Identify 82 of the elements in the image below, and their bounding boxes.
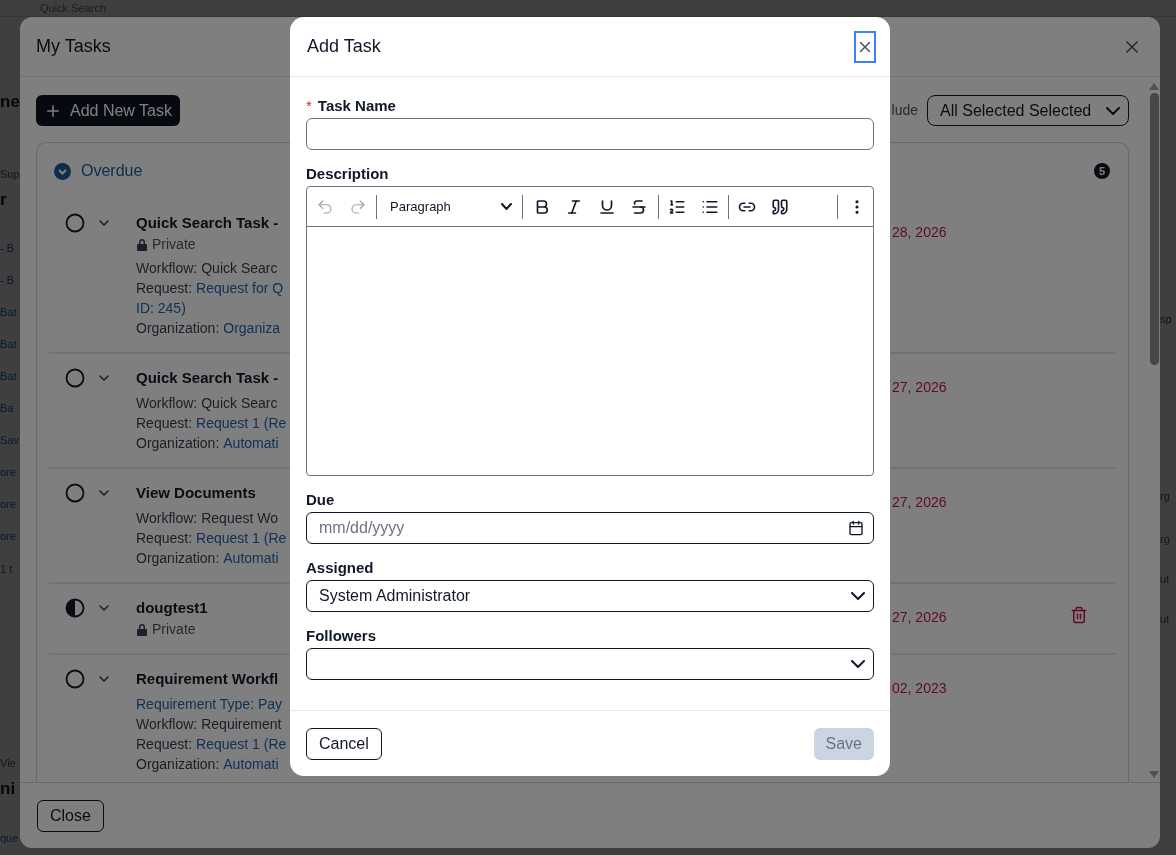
chevron-down-icon[interactable] xyxy=(99,490,109,496)
chevron-down-icon xyxy=(1106,106,1120,115)
detail-label: Organization: xyxy=(136,549,220,568)
circle-icon[interactable] xyxy=(65,669,85,689)
detail-value: Request Wo xyxy=(201,509,278,528)
input-field[interactable] xyxy=(306,118,874,150)
chevron-down-icon[interactable] xyxy=(99,375,109,381)
group-title[interactable]: Overdue xyxy=(81,159,143,183)
close-button[interactable]: Close xyxy=(37,799,104,832)
close-button[interactable] xyxy=(854,30,876,63)
private-label: Private xyxy=(152,235,196,254)
filter-select[interactable]: All Selected Selected xyxy=(927,95,1129,126)
circle-icon[interactable] xyxy=(65,213,85,233)
add-task-button[interactable]: Add New Task xyxy=(36,95,180,126)
detail-label: Workflow: xyxy=(136,509,198,528)
chevron-down-icon[interactable] xyxy=(99,220,109,226)
detail-link[interactable]: Automati xyxy=(223,754,279,774)
task-title[interactable]: View Documents xyxy=(136,482,290,504)
select-field[interactable]: System Administrator xyxy=(306,580,874,612)
detail-value: Requirement xyxy=(201,715,282,734)
detail-label: Workflow: xyxy=(136,259,198,278)
detail-label: Request: xyxy=(136,529,193,548)
detail-value: Quick Searc xyxy=(201,394,278,413)
select-field[interactable] xyxy=(306,648,874,680)
due-date: 27, 2026 xyxy=(892,494,947,510)
date-field[interactable]: mm/dd/yyyy xyxy=(306,512,874,544)
field-label: Due xyxy=(306,489,335,510)
detail-label: Organization: xyxy=(136,755,220,774)
task-title[interactable]: Quick Search Task - xyxy=(136,212,290,234)
detail-link[interactable]: Request 1 (Re xyxy=(196,413,287,433)
private-label: Private xyxy=(152,620,196,639)
due-date: 27, 2026 xyxy=(892,379,947,395)
detail-label: Request: xyxy=(136,279,193,298)
cut-off-text: ni xyxy=(0,779,17,799)
field-label: Description xyxy=(306,163,389,184)
filter-label: lude xyxy=(891,101,918,120)
detail-label: Organization: xyxy=(136,434,220,453)
lock-icon xyxy=(136,622,148,636)
chevron-down-icon xyxy=(501,203,513,210)
detail-label: Workflow: xyxy=(136,394,198,413)
chevron-down-icon[interactable] xyxy=(99,605,109,611)
half-filled-circle-icon[interactable] xyxy=(65,598,85,618)
cut-off-text: r xyxy=(0,190,8,210)
count-badge: 5 xyxy=(1094,163,1110,179)
chevron-down-icon[interactable] xyxy=(99,676,109,682)
block-style-select[interactable]: Paragraph xyxy=(379,190,521,223)
field-label: Assigned xyxy=(306,557,374,578)
dialog-title: My Tasks xyxy=(36,35,111,58)
trash-icon[interactable] xyxy=(1070,606,1088,624)
cut-off-text: ne xyxy=(0,92,20,112)
task-title[interactable]: dougtest1 xyxy=(136,597,290,619)
chevron-down-icon xyxy=(851,592,865,600)
detail-link[interactable]: Request 1 (Re xyxy=(196,734,287,754)
circle-icon[interactable] xyxy=(65,483,85,503)
due-date: 27, 2026 xyxy=(892,609,947,625)
circle-icon[interactable] xyxy=(65,368,85,388)
detail-label: Request: xyxy=(136,735,193,754)
detail-label: Request: xyxy=(136,414,193,433)
field-label: Followers xyxy=(306,625,376,646)
cancel-button[interactable]: Cancel xyxy=(306,727,382,760)
dialog-title: Add Task xyxy=(307,35,381,58)
task-title[interactable]: Requirement Workfl xyxy=(136,668,290,690)
due-date: 28, 2026 xyxy=(892,224,947,240)
detail-link[interactable]: Request for Q xyxy=(196,278,284,298)
detail-link[interactable]: Automati xyxy=(223,548,279,568)
lock-icon xyxy=(136,237,148,251)
detail-link[interactable]: ID: 245) xyxy=(136,298,186,318)
detail-value: Quick Searc xyxy=(201,259,278,278)
rich-text-editor[interactable]: Paragraph xyxy=(306,186,874,476)
due-date: 02, 2023 xyxy=(892,680,947,696)
chevron-down-icon xyxy=(851,660,865,668)
detail-label: Organization: xyxy=(136,319,220,338)
detail-link[interactable]: Requirement Type: Pay xyxy=(136,694,283,714)
chevron-down-circle-icon[interactable] xyxy=(54,162,71,180)
detail-link[interactable]: Request 1 (Re xyxy=(196,528,287,548)
task-title[interactable]: Quick Search Task - xyxy=(136,367,290,389)
required-mark: * xyxy=(306,95,312,116)
detail-link[interactable]: Automati xyxy=(223,433,279,453)
field-label: Task Name xyxy=(317,95,396,116)
detail-label: Workflow: xyxy=(136,715,198,734)
detail-link[interactable]: Organiza xyxy=(223,318,281,338)
calendar-icon[interactable] xyxy=(848,520,864,536)
